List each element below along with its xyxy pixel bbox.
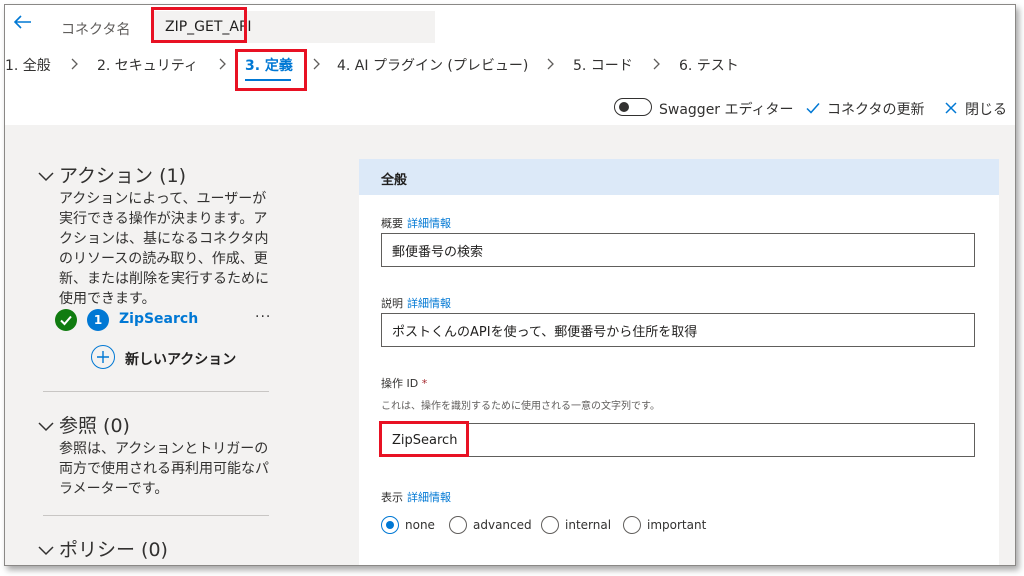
step-ai-plugin[interactable]: 4. AI プラグイン (プレビュー) [337,55,528,75]
connector-editor-window: コネクタ名 ZIP_GET_API 1. 全般 2. セキュリティ 3. 定義 … [4,4,1016,566]
general-card: 全般 概要詳細情報 説明詳細情報 操作 ID * これは、操作を識別するために使… [359,159,999,565]
left-panel: アクション (1) アクションによって、ユーザーが実行できる操作が決まります。ア… [35,125,275,565]
chevron-down-icon [38,545,54,555]
operation-id-input[interactable] [381,423,975,457]
new-action-button[interactable]: 新しいアクション [91,345,281,373]
action-name-link[interactable]: ZipSearch [119,311,198,327]
section-divider [43,391,269,392]
new-action-label: 新しいアクション [125,352,237,368]
back-arrow-icon[interactable] [11,11,33,33]
top-bar: コネクタ名 ZIP_GET_API [5,5,1015,45]
more-options-icon[interactable]: ··· [255,309,271,325]
chevron-right-icon [71,58,78,70]
operation-id-label-text: 操作 ID [381,377,419,390]
chevron-right-icon [219,58,226,70]
connector-name-label: コネクタ名 [61,22,131,38]
step-test[interactable]: 6. テスト [679,55,739,75]
step-general[interactable]: 1. 全般 [5,55,51,75]
description-input[interactable] [381,313,975,347]
chevron-down-icon [38,171,54,181]
radio-label: important [647,518,707,532]
description-label: 説明 詳細情報 [381,295,451,311]
chevron-right-icon [313,58,320,70]
close-button[interactable]: 閉じる [965,99,1007,119]
radio-label: none [405,518,435,532]
references-section-header[interactable]: 参照 (0) [37,411,130,438]
highlight-box-operation-id [379,421,469,457]
toggle-knob [619,102,629,112]
chevron-right-icon [547,58,554,70]
radio-button [541,516,559,534]
description-learn-more-link[interactable]: 詳細情報 [407,297,451,310]
references-section-title: 参照 (0) [59,415,130,437]
policies-section-title: ポリシー (0) [59,539,168,561]
swagger-editor-toggle[interactable] [614,98,652,116]
swagger-editor-label[interactable]: Swagger エディター [659,99,794,119]
operation-id-label: 操作 ID * [381,375,427,391]
required-marker: * [421,377,428,390]
main-content: アクション (1) アクションによって、ユーザーが実行できる操作が決まります。ア… [5,125,1015,565]
actions-section-header[interactable]: アクション (1) [37,161,186,188]
toolbar: Swagger エディター コネクタの更新 閉じる [5,95,1015,123]
highlight-box-connector-name [151,7,247,43]
action-item[interactable]: 1 ZipSearch ··· [55,309,285,333]
actions-description: アクションによって、ユーザーが実行できる操作が決まります。アクションは、基になる… [59,191,269,307]
summary-input[interactable] [381,233,975,267]
chevron-right-icon [653,58,660,70]
step-security[interactable]: 2. セキュリティ [97,55,198,75]
visibility-learn-more-link[interactable]: 詳細情報 [407,491,451,504]
radio-button-selected [381,516,399,534]
add-circle-icon [91,345,115,369]
close-icon [945,102,957,114]
radio-button [623,516,641,534]
visibility-radio-group: none advanced internal important [381,515,981,537]
summary-label-text: 概要 [381,217,403,230]
section-divider [43,515,269,516]
visibility-label: 表示 詳細情報 [381,489,451,505]
success-check-icon [55,309,77,331]
chevron-down-icon [38,421,54,431]
visibility-label-text: 表示 [381,491,403,504]
step-navigation: 1. 全般 2. セキュリティ 3. 定義 4. AI プラグイン (プレビュー… [5,51,1015,81]
references-description: 参照は、アクションとトリガーの両方で使用される再利用可能なパラメーターです。 [59,441,269,497]
description-label-text: 説明 [381,297,403,310]
card-title: 全般 [381,173,408,188]
highlight-box-definition-step [235,49,307,91]
card-header: 全般 [359,159,999,195]
checkmark-icon [806,103,820,114]
summary-learn-more-link[interactable]: 詳細情報 [407,217,451,230]
update-connector-button[interactable]: コネクタの更新 [827,99,924,119]
radio-button [449,516,467,534]
radio-label: advanced [473,518,532,532]
radio-label: internal [565,518,612,532]
action-number-badge: 1 [87,309,109,331]
operation-id-hint: これは、操作を識別するために使用される一意の文字列です。 [381,401,660,412]
policies-section-header[interactable]: ポリシー (0) [37,535,168,562]
step-code[interactable]: 5. コード [573,55,633,75]
actions-section-title: アクション (1) [59,165,187,187]
summary-label: 概要 詳細情報 [381,215,451,231]
